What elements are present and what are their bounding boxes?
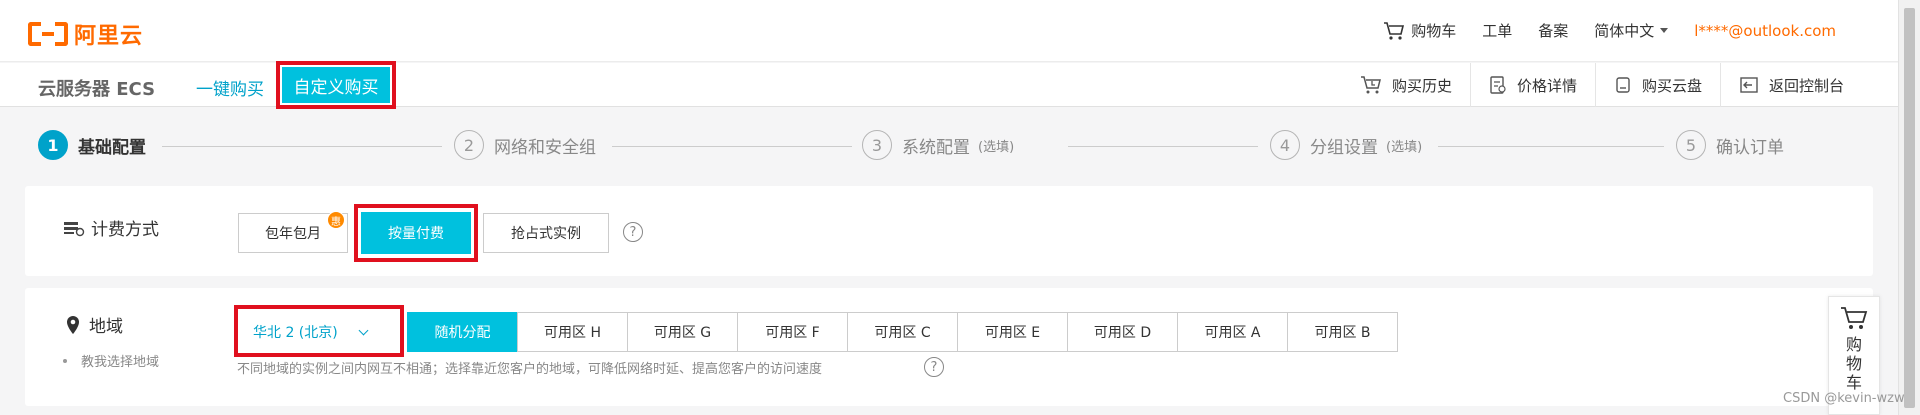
- aliyun-logo-icon: [28, 22, 68, 46]
- step-connector: [1438, 146, 1664, 147]
- step-2-label: 网络和安全组: [494, 137, 596, 158]
- top-header: 阿里云 购物车 工单 备案 简体中文 l****@outlook.com: [0, 0, 1898, 62]
- step-4[interactable]: 4 分组设置 (选填): [1270, 130, 1422, 160]
- zone-c[interactable]: 可用区 C: [847, 312, 958, 352]
- purchase-history-link[interactable]: 购买历史: [1342, 63, 1470, 107]
- cart-link[interactable]: 购物车: [1383, 20, 1456, 41]
- zone-random[interactable]: 随机分配: [407, 312, 518, 352]
- watermark: CSDN @kevin-wzw: [1783, 391, 1905, 406]
- buy-disk-label: 购买云盘: [1641, 76, 1702, 95]
- cart-label: 购物车: [1411, 22, 1457, 40]
- scrollbar-thumb[interactable]: [1904, 8, 1915, 408]
- caret-down-icon: [1660, 28, 1669, 33]
- zone-f[interactable]: 可用区 F: [737, 312, 848, 352]
- purchase-history-label: 购买历史: [1391, 76, 1452, 95]
- region-section: 地域 教我选择地域 华北 2 (北京) 随机分配 可用区 H 可用区 G 可用区…: [25, 288, 1873, 406]
- step-3-number: 3: [862, 130, 892, 160]
- product-nav: 云服务器 ECS 一键购买 自定义购买 购买历史 价格详情 购买云盘 返回控制台: [0, 61, 1898, 109]
- step-connector: [612, 146, 852, 147]
- floating-cart-label: 购物车: [1845, 335, 1862, 392]
- beian-link[interactable]: 备案: [1538, 20, 1568, 41]
- bullet-dot: [63, 358, 67, 363]
- ticket-link[interactable]: 工单: [1482, 20, 1512, 41]
- zone-selector: 随机分配 可用区 H 可用区 G 可用区 F 可用区 C 可用区 E 可用区 D…: [407, 312, 1398, 352]
- zone-g[interactable]: 可用区 G: [627, 312, 738, 352]
- tab-custom-buy[interactable]: 自定义购买: [276, 61, 396, 109]
- language-label: 简体中文: [1594, 22, 1655, 40]
- region-selected: 华北 2 (北京): [253, 325, 338, 341]
- step-1[interactable]: 1 基础配置: [38, 130, 146, 160]
- region-label-text: 地域: [89, 317, 123, 337]
- price-details-label: 价格详情: [1516, 76, 1577, 95]
- chevron-down-icon: [358, 325, 369, 335]
- step-2[interactable]: 2 网络和安全组: [454, 130, 596, 160]
- step-2-number: 2: [454, 130, 484, 160]
- region-help-icon[interactable]: ?: [924, 357, 944, 377]
- disk-icon: [1616, 77, 1630, 93]
- step-connector: [1068, 146, 1258, 147]
- option-spot-instance[interactable]: 抢占式实例: [483, 213, 609, 253]
- step-3-label: 系统配置: [902, 137, 970, 158]
- scrollbar[interactable]: [1898, 0, 1920, 415]
- step-3-optional: (选填): [978, 139, 1015, 155]
- region-label: 地域: [65, 312, 123, 337]
- zone-a[interactable]: 可用区 A: [1177, 312, 1288, 352]
- zone-b[interactable]: 可用区 B: [1287, 312, 1398, 352]
- price-details-link[interactable]: 价格详情: [1469, 63, 1595, 107]
- step-4-optional: (选填): [1386, 139, 1423, 155]
- option-pay-as-you-go[interactable]: 按量付费: [361, 212, 471, 254]
- logo-text: 阿里云: [74, 24, 144, 49]
- billing-section: 计费方式 包年包月 惠 按量付费 抢占式实例 ?: [25, 186, 1873, 276]
- region-description: 不同地域的实例之间内网互不相通；选择靠近您客户的地域，可降低网络时延、提高您客户…: [237, 362, 823, 377]
- step-5[interactable]: 5 确认订单: [1676, 130, 1784, 160]
- discount-badge: 惠: [327, 211, 345, 229]
- price-doc-icon: [1490, 76, 1506, 94]
- back-console-link[interactable]: 返回控制台: [1719, 63, 1862, 107]
- buy-disk-link[interactable]: 购买云盘: [1594, 63, 1720, 107]
- tab-custom-buy-label: 自定义购买: [282, 67, 390, 103]
- step-4-number: 4: [1270, 130, 1300, 160]
- billing-label-text: 计费方式: [91, 220, 159, 240]
- language-selector[interactable]: 简体中文: [1594, 20, 1669, 41]
- aliyun-logo[interactable]: 阿里云: [28, 18, 143, 50]
- region-help-text: 教我选择地域: [81, 355, 160, 370]
- back-console-label: 返回控制台: [1768, 76, 1844, 95]
- step-5-label: 确认订单: [1716, 137, 1784, 158]
- step-1-number: 1: [38, 130, 68, 160]
- zone-h[interactable]: 可用区 H: [517, 312, 628, 352]
- back-console-icon: [1740, 77, 1758, 93]
- zone-e[interactable]: 可用区 E: [957, 312, 1068, 352]
- step-connector: [162, 146, 442, 147]
- tab-quick-buy[interactable]: 一键购买: [196, 75, 264, 100]
- zone-d[interactable]: 可用区 D: [1067, 312, 1178, 352]
- location-pin-icon: [67, 315, 79, 334]
- billing-label: 计费方式: [63, 215, 159, 240]
- region-dropdown[interactable]: 华北 2 (北京): [239, 312, 377, 352]
- product-title: 云服务器 ECS: [38, 79, 156, 100]
- user-email[interactable]: l****@outlook.com: [1694, 22, 1836, 40]
- step-progress: 1 基础配置 2 网络和安全组 3 系统配置 (选填) 4 分组设置 (选填) …: [38, 130, 1798, 164]
- billing-icon: [64, 221, 85, 236]
- billing-help-icon[interactable]: ?: [623, 222, 643, 242]
- cart-icon: [1841, 307, 1868, 329]
- step-4-label: 分组设置: [1310, 137, 1378, 158]
- step-3[interactable]: 3 系统配置 (选填): [862, 130, 1014, 160]
- cart-history-icon: [1360, 76, 1381, 94]
- step-1-label: 基础配置: [78, 137, 146, 158]
- region-help-link[interactable]: 教我选择地域: [63, 351, 159, 370]
- cart-icon: [1384, 21, 1405, 40]
- step-5-number: 5: [1676, 130, 1706, 160]
